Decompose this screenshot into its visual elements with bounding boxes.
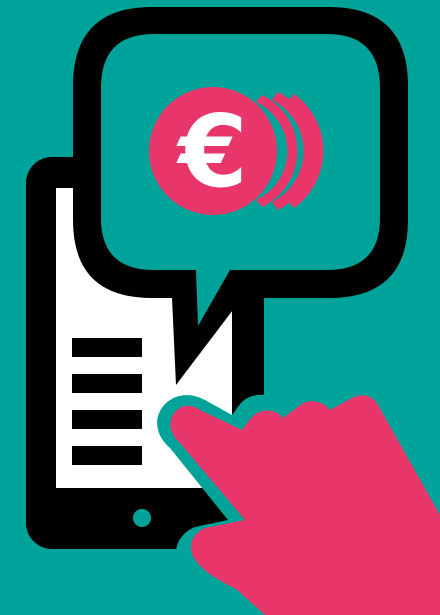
text-line	[72, 446, 142, 465]
euro-coin-icon: €	[149, 87, 324, 215]
euro-symbol: €	[176, 93, 248, 210]
text-line	[72, 410, 142, 429]
illustration-canvas: €	[0, 0, 440, 615]
phone-home-button	[133, 509, 151, 527]
text-line	[72, 338, 142, 357]
text-line	[72, 374, 142, 393]
mobile-payment-illustration: €	[26, 7, 440, 615]
